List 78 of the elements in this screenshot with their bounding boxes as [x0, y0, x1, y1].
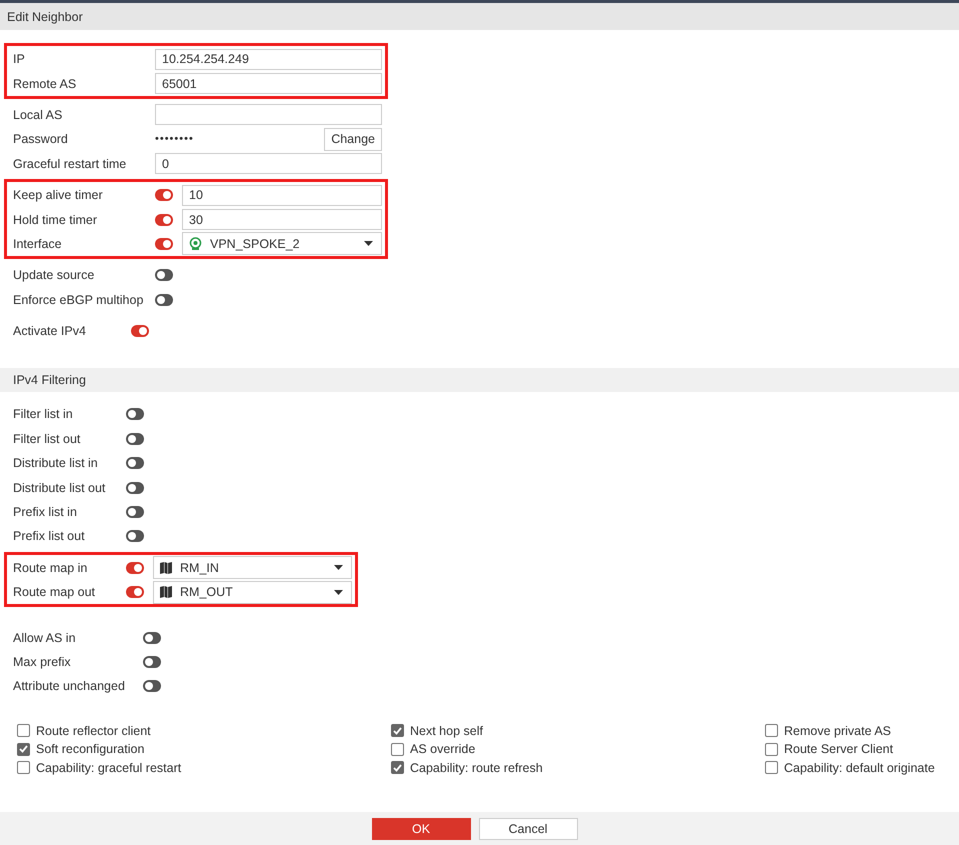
ok-button[interactable]: OK [372, 818, 470, 840]
field-label: Hold time timer [13, 212, 98, 227]
field-label: Graceful restart time [13, 156, 128, 171]
cancel-button[interactable]: Cancel [478, 818, 578, 840]
field-label: Activate IPv4 [13, 324, 87, 338]
text-field[interactable]: 30 [182, 209, 382, 230]
dropdown[interactable]: VPN_SPOKE_2 [182, 232, 382, 256]
field-label: Route map in [13, 560, 88, 575]
toggle-switch[interactable] [155, 189, 173, 202]
toggle-switch[interactable] [126, 586, 144, 598]
caret-icon [334, 565, 343, 570]
field-label: Prefix list in [13, 505, 78, 520]
toggle-switch[interactable] [143, 656, 161, 668]
dropdown[interactable]: RM_OUT [153, 580, 352, 604]
field-label: Remote AS [13, 76, 78, 91]
toggle-switch[interactable] [155, 214, 173, 226]
toggle-switch[interactable] [155, 294, 173, 306]
checkbox-label: Route Server Client [784, 742, 894, 756]
caret-icon [334, 590, 343, 595]
toggle-switch[interactable] [131, 325, 149, 338]
change-button[interactable]: Change [324, 128, 382, 151]
field-label: Allow AS in [13, 630, 77, 645]
checkbox[interactable] [391, 724, 404, 738]
text-field[interactable]: 10 [182, 184, 382, 206]
checkbox-label: Capability: default originate [784, 760, 935, 775]
field-label: Distribute list in [13, 456, 99, 470]
field-label: Enforce eBGP multihop [13, 292, 144, 307]
field-label: Filter list out [13, 432, 82, 446]
toggle-switch[interactable] [155, 269, 173, 282]
toggle-switch[interactable] [126, 457, 144, 470]
toggle-switch[interactable] [126, 506, 144, 518]
field-label: Route map out [13, 585, 96, 600]
field-label: Max prefix [13, 655, 72, 669]
field-label: Password [13, 132, 69, 146]
checkbox[interactable] [17, 724, 30, 738]
toggle-switch[interactable] [126, 530, 144, 542]
toggle-switch[interactable] [126, 408, 144, 420]
checkbox[interactable] [765, 742, 778, 756]
toggle-switch[interactable] [126, 562, 144, 574]
section-title: IPv4 Filtering [13, 373, 86, 388]
text-field[interactable]: 0 [155, 153, 382, 174]
checkbox[interactable] [391, 742, 404, 756]
interface-icon [189, 237, 202, 250]
checkbox[interactable] [765, 761, 778, 774]
checkbox[interactable] [765, 724, 778, 738]
checkbox-label: AS override [410, 742, 476, 756]
text-field[interactable]: 65001 [155, 73, 382, 94]
checkbox-label: Remove private AS [784, 724, 891, 738]
text-field[interactable]: 10.254.254.249 [155, 48, 382, 70]
toggle-switch[interactable] [126, 432, 144, 445]
field-label: Filter list in [13, 407, 74, 422]
field-label: Prefix list out [13, 529, 86, 544]
field-label: Interface [13, 236, 63, 251]
map-icon [160, 562, 172, 574]
checkbox[interactable] [391, 761, 404, 774]
dialog-title: Edit Neighbor [7, 10, 83, 24]
dropdown[interactable]: RM_IN [153, 556, 352, 580]
password-field[interactable]: •••••••• [155, 133, 324, 146]
map-icon [160, 586, 172, 598]
checkbox[interactable] [17, 742, 30, 756]
caret-icon [364, 241, 373, 246]
field-label: Keep alive timer [13, 188, 104, 202]
checkbox-label: Soft reconfiguration [36, 742, 144, 756]
checkbox-label: Capability: route refresh [410, 760, 543, 775]
field-label: Attribute unchanged [13, 679, 126, 694]
checkbox-label: Capability: graceful restart [36, 760, 182, 775]
toggle-switch[interactable] [143, 632, 161, 644]
toggle-switch[interactable] [126, 482, 144, 494]
field-label: Update source [13, 268, 96, 282]
field-label: Distribute list out [13, 480, 106, 495]
text-field[interactable] [155, 104, 382, 126]
checkbox-label: Next hop self [410, 724, 483, 738]
checkbox[interactable] [17, 761, 30, 774]
field-label: IP [13, 52, 26, 66]
field-label: Local AS [13, 108, 64, 122]
toggle-switch[interactable] [143, 680, 161, 692]
checkbox-label: Route reflector client [36, 724, 151, 738]
toggle-switch[interactable] [155, 238, 173, 250]
